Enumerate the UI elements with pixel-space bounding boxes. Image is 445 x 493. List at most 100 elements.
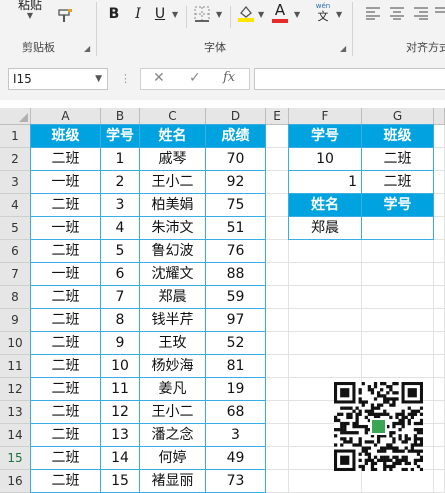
cell[interactable] bbox=[434, 125, 445, 148]
table-cell[interactable]: 13 bbox=[100, 423, 140, 447]
cell[interactable] bbox=[266, 447, 289, 470]
cell[interactable] bbox=[434, 332, 445, 355]
cell[interactable] bbox=[362, 332, 434, 355]
row-header[interactable]: 13 bbox=[0, 401, 31, 424]
table-cell[interactable]: 二班 bbox=[30, 354, 101, 378]
table-cell[interactable]: 郑晨 bbox=[288, 216, 362, 240]
table-cell[interactable]: 4 bbox=[100, 216, 140, 240]
row-header[interactable]: 8 bbox=[0, 286, 31, 309]
column-header[interactable]: E bbox=[266, 108, 289, 125]
cell[interactable] bbox=[266, 309, 289, 332]
table-header-cell[interactable]: 学号 bbox=[361, 193, 434, 217]
cell[interactable] bbox=[266, 148, 289, 171]
cell[interactable] bbox=[266, 470, 289, 493]
row-header[interactable]: 9 bbox=[0, 309, 31, 332]
phonetic-guide-button[interactable]: wén 文 bbox=[312, 2, 334, 23]
cell[interactable] bbox=[289, 309, 362, 332]
cell[interactable] bbox=[434, 424, 445, 447]
table-cell[interactable]: 6 bbox=[100, 262, 140, 286]
cell[interactable] bbox=[434, 217, 445, 240]
cell[interactable] bbox=[362, 309, 434, 332]
table-cell[interactable]: 二班 bbox=[30, 446, 101, 470]
cell[interactable] bbox=[362, 263, 434, 286]
table-cell[interactable]: 12 bbox=[100, 400, 140, 424]
row-header[interactable]: 5 bbox=[0, 217, 31, 240]
table-cell[interactable]: 92 bbox=[205, 170, 266, 194]
paste-button[interactable]: 粘贴 ▼ bbox=[12, 0, 48, 28]
cell[interactable] bbox=[266, 171, 289, 194]
chevron-down-icon[interactable]: ▼ bbox=[258, 10, 264, 19]
chevron-down-icon[interactable]: ▼ bbox=[294, 10, 300, 19]
cell[interactable] bbox=[266, 401, 289, 424]
cell[interactable] bbox=[266, 378, 289, 401]
cell[interactable] bbox=[266, 125, 289, 148]
chevron-down-icon[interactable]: ▼ bbox=[216, 10, 222, 19]
table-cell[interactable]: 68 bbox=[205, 400, 266, 424]
table-cell[interactable]: 二班 bbox=[361, 170, 434, 194]
table-cell[interactable]: 钱半芹 bbox=[139, 308, 206, 332]
table-cell[interactable]: 97 bbox=[205, 308, 266, 332]
table-cell[interactable]: 88 bbox=[205, 262, 266, 286]
table-cell[interactable]: 二班 bbox=[30, 285, 101, 309]
table-cell[interactable]: 1 bbox=[100, 147, 140, 171]
table-cell[interactable]: 二班 bbox=[30, 423, 101, 447]
cell[interactable] bbox=[289, 286, 362, 309]
table-cell[interactable]: 19 bbox=[205, 377, 266, 401]
fill-color-icon[interactable] bbox=[236, 4, 256, 26]
table-cell[interactable]: 11 bbox=[100, 377, 140, 401]
chevron-down-icon[interactable]: ▼ bbox=[95, 69, 102, 89]
table-cell[interactable]: 一班 bbox=[30, 170, 101, 194]
chevron-down-icon[interactable]: ▼ bbox=[172, 10, 178, 19]
table-header-cell[interactable]: 姓名 bbox=[139, 124, 206, 148]
cell[interactable] bbox=[266, 217, 289, 240]
table-cell[interactable]: 二班 bbox=[30, 147, 101, 171]
row-header[interactable]: 2 bbox=[0, 148, 31, 171]
cell[interactable] bbox=[434, 171, 445, 194]
cell[interactable] bbox=[434, 355, 445, 378]
table-cell[interactable]: 51 bbox=[205, 216, 266, 240]
cell[interactable] bbox=[434, 263, 445, 286]
row-header[interactable]: 7 bbox=[0, 263, 31, 286]
table-cell[interactable]: 1 bbox=[288, 170, 362, 194]
table-cell[interactable]: 75 bbox=[205, 193, 266, 217]
table-cell[interactable]: 52 bbox=[205, 331, 266, 355]
cell[interactable] bbox=[266, 332, 289, 355]
cell[interactable] bbox=[266, 355, 289, 378]
table-cell[interactable]: 柏美娟 bbox=[139, 193, 206, 217]
table-cell[interactable]: 杨妙海 bbox=[139, 354, 206, 378]
row-header[interactable]: 1 bbox=[0, 125, 31, 148]
cell[interactable] bbox=[434, 194, 445, 217]
table-cell[interactable]: 沈耀文 bbox=[139, 262, 206, 286]
table-cell[interactable]: 王玫 bbox=[139, 331, 206, 355]
row-header[interactable]: 11 bbox=[0, 355, 31, 378]
table-cell[interactable]: 二班 bbox=[30, 400, 101, 424]
table-header-cell[interactable]: 姓名 bbox=[288, 193, 362, 217]
cell[interactable] bbox=[266, 240, 289, 263]
column-header[interactable]: B bbox=[101, 108, 140, 125]
table-cell[interactable]: 3 bbox=[100, 193, 140, 217]
table-cell[interactable]: 14 bbox=[100, 446, 140, 470]
table-cell[interactable] bbox=[361, 216, 434, 240]
table-cell[interactable]: 8 bbox=[100, 308, 140, 332]
row-header[interactable]: 4 bbox=[0, 194, 31, 217]
table-cell[interactable]: 二班 bbox=[30, 193, 101, 217]
cell[interactable] bbox=[289, 332, 362, 355]
table-cell[interactable]: 10 bbox=[288, 147, 362, 171]
table-cell[interactable]: 二班 bbox=[30, 469, 101, 493]
cell[interactable] bbox=[434, 240, 445, 263]
cell[interactable] bbox=[289, 263, 362, 286]
column-header[interactable]: A bbox=[31, 108, 101, 125]
cell[interactable] bbox=[362, 286, 434, 309]
cell[interactable] bbox=[289, 355, 362, 378]
font-launcher-icon[interactable]: ◢ bbox=[340, 44, 346, 53]
cell[interactable] bbox=[434, 470, 445, 493]
table-cell[interactable]: 姜凡 bbox=[139, 377, 206, 401]
italic-button[interactable]: I bbox=[130, 6, 146, 22]
column-header[interactable] bbox=[434, 108, 445, 125]
table-cell[interactable]: 73 bbox=[205, 469, 266, 493]
column-header[interactable]: C bbox=[140, 108, 206, 125]
table-cell[interactable]: 戚琴 bbox=[139, 147, 206, 171]
column-header[interactable]: G bbox=[362, 108, 434, 125]
align-center-icon[interactable] bbox=[388, 6, 406, 24]
table-cell[interactable]: 二班 bbox=[30, 308, 101, 332]
